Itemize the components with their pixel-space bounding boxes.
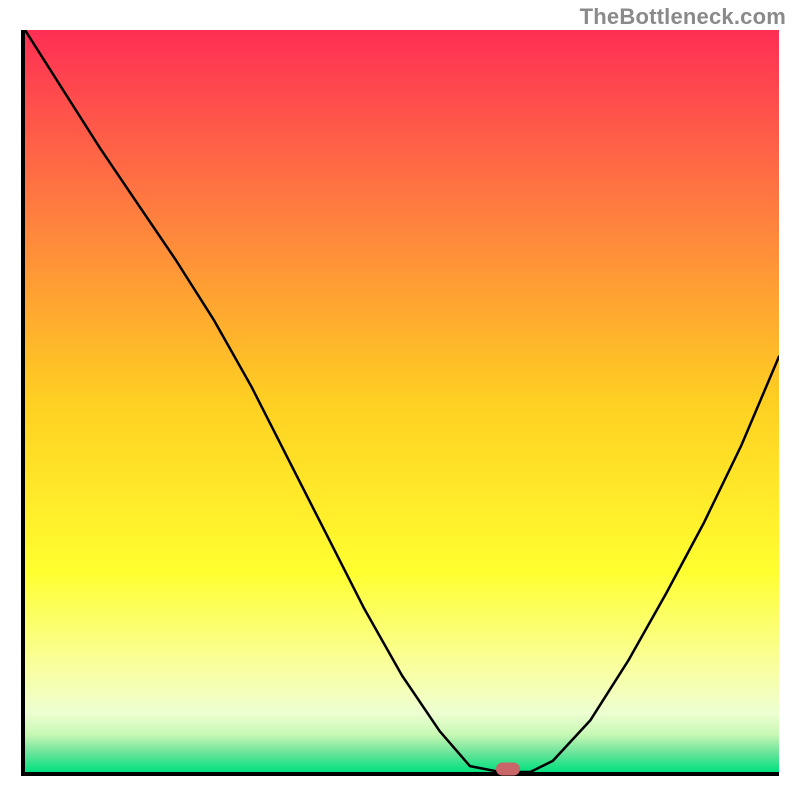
curve-line: [25, 30, 779, 772]
plot-frame: [21, 30, 779, 776]
bottleneck-chart: TheBottleneck.com: [0, 0, 800, 800]
watermark-text: TheBottleneck.com: [580, 4, 786, 30]
bottleneck-curve-path: [25, 30, 779, 772]
optimal-point-marker: [496, 763, 520, 776]
